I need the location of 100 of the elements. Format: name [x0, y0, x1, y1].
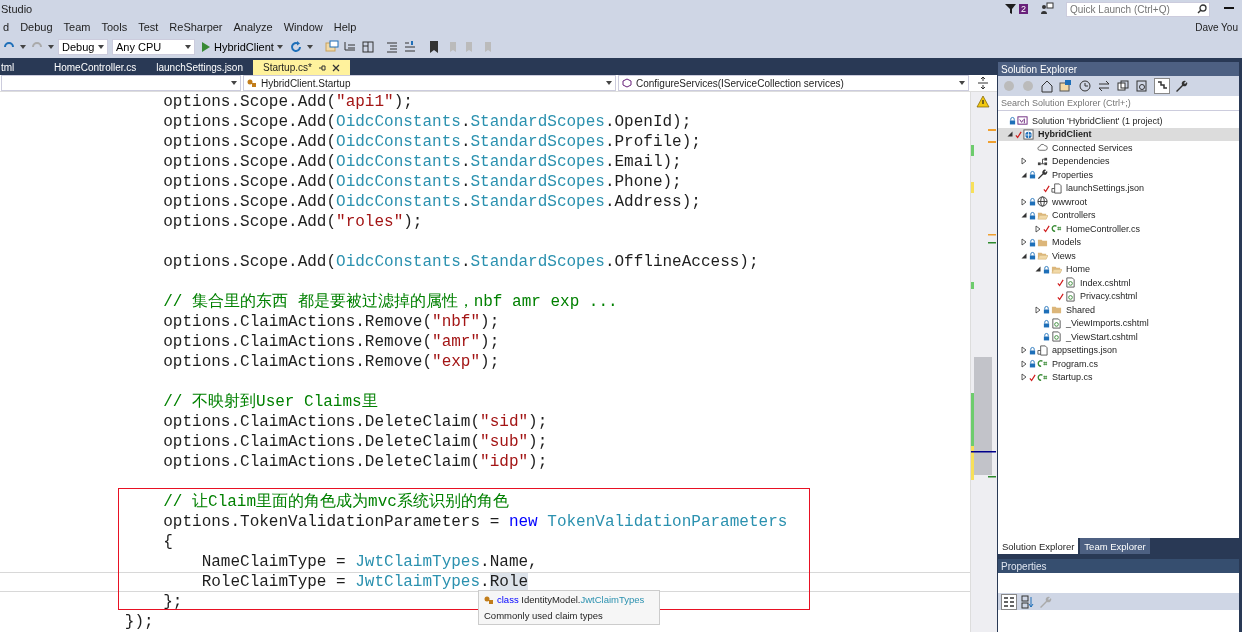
- scroll-thumb[interactable]: [974, 357, 992, 475]
- collapse-all-icon[interactable]: [1116, 79, 1130, 93]
- tree-item[interactable]: Startup.cs: [998, 370, 1239, 384]
- caret-icon[interactable]: [276, 45, 283, 49]
- tree-item[interactable]: _ViewStart.cshtml: [998, 330, 1239, 344]
- tree-item[interactable]: launchSettings.json: [998, 181, 1239, 195]
- code-line: options.Scope.Add(OidcConstants.StandardScopes.Profile);: [162, 133, 701, 151]
- tree-item[interactable]: wwwroot: [998, 195, 1239, 209]
- tooltip-description: Commonly used claim types: [484, 610, 604, 621]
- menu-item[interactable]: Test: [135, 21, 167, 33]
- sort-icon[interactable]: [1021, 594, 1035, 609]
- code-line: };: [162, 593, 183, 611]
- method-icon: [622, 78, 632, 88]
- collapse-arrow-icon[interactable]: [1020, 170, 1028, 179]
- feedback-icon[interactable]: [1040, 2, 1054, 16]
- switch-views-icon[interactable]: [1059, 79, 1073, 93]
- expand-arrow-icon[interactable]: [1034, 224, 1042, 233]
- tree-item[interactable]: _ViewImports.cshtml: [998, 316, 1239, 330]
- quick-launch-field[interactable]: Quick Launch (Ctrl+Q): [1066, 1, 1210, 17]
- expand-arrow-icon[interactable]: [1020, 238, 1028, 247]
- expand-arrow-icon[interactable]: [1020, 157, 1028, 166]
- collapse-arrow-icon[interactable]: [1020, 251, 1028, 260]
- pin-icon[interactable]: [317, 63, 326, 72]
- expand-arrow-icon[interactable]: [1034, 305, 1042, 314]
- tree-item[interactable]: Home: [998, 262, 1239, 276]
- menu-item[interactable]: Team: [60, 21, 99, 33]
- columns-icon[interactable]: [360, 40, 375, 54]
- history-icon[interactable]: [1078, 79, 1092, 93]
- file-icon: [1037, 344, 1048, 356]
- collapse-arrow-icon[interactable]: [1006, 130, 1014, 139]
- minimize-icon[interactable]: [1224, 7, 1234, 11]
- code-line: });: [123, 613, 154, 631]
- menu-item[interactable]: Debug: [17, 21, 61, 33]
- step-icon[interactable]: [342, 40, 357, 54]
- configuration-dropdown[interactable]: Debug: [58, 39, 108, 55]
- preview-icon[interactable]: [1154, 78, 1170, 94]
- wrench-icon[interactable]: [1175, 79, 1189, 93]
- close-icon[interactable]: [331, 63, 340, 72]
- menu-item[interactable]: Tools: [98, 21, 136, 33]
- menu-item[interactable]: Help: [330, 21, 365, 33]
- tree-item[interactable]: Models: [998, 235, 1239, 249]
- tree-item[interactable]: Controllers: [998, 208, 1239, 222]
- start-button[interactable]: HybridClient: [199, 40, 285, 54]
- filter-icon[interactable]: [1004, 2, 1018, 16]
- open-folder-icon: [1037, 250, 1048, 262]
- panel-tab[interactable]: Team Explorer: [1080, 538, 1150, 554]
- tree-item[interactable]: Properties: [998, 168, 1239, 182]
- menu-item[interactable]: Analyze: [230, 21, 281, 33]
- dropdown-caret-icon[interactable]: [959, 81, 965, 85]
- comment-icon[interactable]: [402, 40, 417, 54]
- tree-item[interactable]: appsettings.json: [998, 343, 1239, 357]
- tree-item[interactable]: HomeController.cs: [998, 222, 1239, 236]
- tree-item[interactable]: HybridClient: [998, 127, 1239, 141]
- caret-icon[interactable]: [98, 45, 104, 49]
- notification-badge[interactable]: 2: [1019, 4, 1028, 14]
- collapse-arrow-icon[interactable]: [1020, 211, 1028, 220]
- tree-item[interactable]: Index.cshtml: [998, 276, 1239, 290]
- caret-icon[interactable]: [48, 45, 54, 49]
- type-dropdown[interactable]: HybridClient.Startup: [243, 75, 616, 91]
- tree-item[interactable]: Dependencies: [998, 154, 1239, 168]
- browser-icon[interactable]: [324, 40, 339, 54]
- menu-item[interactable]: Window: [280, 21, 331, 33]
- categorized-icon[interactable]: [1001, 593, 1017, 610]
- sync-icon[interactable]: [1097, 79, 1111, 93]
- panel-tab[interactable]: Solution Explorer: [998, 538, 1079, 554]
- caret-icon[interactable]: [20, 45, 26, 49]
- home-icon[interactable]: [1040, 79, 1054, 93]
- tree-item[interactable]: Shared: [998, 303, 1239, 317]
- solution-icon: [1017, 115, 1028, 127]
- editor-tab[interactable]: tml: [0, 60, 30, 75]
- indent-icon[interactable]: [384, 40, 399, 54]
- refresh-icon[interactable]: [288, 40, 303, 54]
- tree-item[interactable]: Privacy.cshtml: [998, 289, 1239, 303]
- platform-dropdown[interactable]: Any CPU: [112, 39, 195, 55]
- tree-item[interactable]: Views: [998, 249, 1239, 263]
- tree-item[interactable]: Connected Services: [998, 141, 1239, 155]
- expand-arrow-icon[interactable]: [1020, 197, 1028, 206]
- dropdown-caret-icon[interactable]: [606, 81, 612, 85]
- editor-tab[interactable]: launchSettings.json: [146, 60, 253, 75]
- code-line: {: [162, 533, 173, 551]
- editor-tab[interactable]: Startup.cs*: [253, 60, 350, 75]
- tree-item[interactable]: Program.cs: [998, 357, 1239, 371]
- caret-icon[interactable]: [306, 45, 313, 49]
- expand-arrow-icon[interactable]: [1020, 373, 1028, 382]
- caret-icon[interactable]: [185, 45, 191, 49]
- member-dropdown[interactable]: ConfigureServices(IServiceCollection services): [618, 75, 969, 91]
- collapse-arrow-icon[interactable]: [1034, 265, 1042, 274]
- dropdown-caret-icon[interactable]: [231, 81, 237, 85]
- tree-item[interactable]: Solution 'HybridClient' (1 project): [998, 114, 1239, 128]
- menu-item[interactable]: d: [0, 21, 18, 33]
- expand-arrow-icon[interactable]: [1020, 359, 1028, 368]
- user-name[interactable]: Dave You: [1195, 21, 1238, 33]
- expand-arrow-icon[interactable]: [1020, 346, 1028, 355]
- code-line: options.Scope.Add(OidcConstants.StandardScopes.Address);: [162, 193, 701, 211]
- split-icon[interactable]: [976, 76, 990, 90]
- search-field[interactable]: Search Solution Explorer (Ctrl+;): [998, 96, 1239, 111]
- show-all-files-icon[interactable]: [1135, 79, 1149, 93]
- editor-tab[interactable]: HomeController.cs: [44, 60, 147, 75]
- warning-icon[interactable]: [976, 95, 990, 108]
- menu-item[interactable]: ReSharper: [166, 21, 231, 33]
